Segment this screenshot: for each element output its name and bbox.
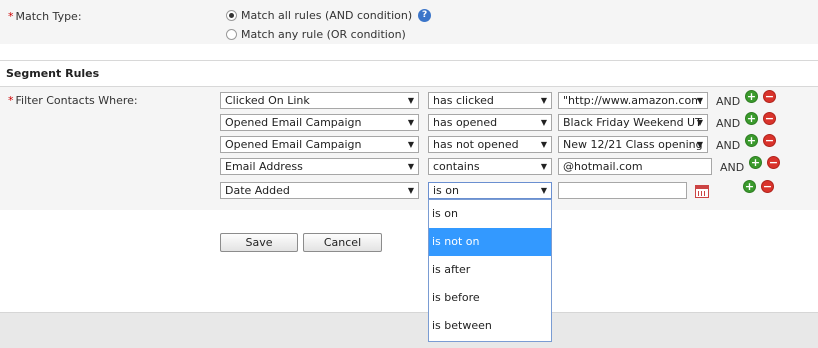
chevron-down-icon: ▼ — [696, 118, 703, 127]
rule-operator-select[interactable]: contains ▼ — [428, 158, 552, 175]
chevron-down-icon: ▼ — [540, 140, 547, 149]
minus-circle-icon[interactable]: − — [763, 90, 776, 103]
rule-operator-select[interactable]: has clicked ▼ — [428, 92, 552, 109]
rule-operator-value: has opened — [433, 116, 498, 129]
match-type-section — [0, 0, 818, 44]
chevron-down-icon: ▼ — [540, 186, 547, 195]
match-type-label: * Match Type: — [8, 10, 82, 23]
rule-operator-value: has not opened — [433, 138, 519, 151]
dropdown-option-is-between[interactable]: is between — [429, 312, 551, 340]
required-mark: * — [8, 10, 14, 23]
chevron-down-icon: ▼ — [540, 118, 547, 127]
match-any-label: Match any rule (OR condition) — [241, 28, 406, 41]
dropdown-option-is-not-on[interactable]: is not on — [429, 228, 551, 256]
chevron-down-icon: ▼ — [696, 96, 703, 105]
dropdown-option-is-before[interactable]: is before — [429, 284, 551, 312]
rule-value: "http://www.amazon.com — [563, 94, 702, 107]
and-label: AND — [716, 139, 741, 152]
match-all-label: Match all rules (AND condition) — [241, 9, 413, 22]
match-all-option[interactable]: Match all rules (AND condition) ? — [226, 9, 432, 22]
divider — [0, 86, 818, 87]
rule-field-select[interactable]: Clicked On Link ▼ — [220, 92, 419, 109]
rule-field-select[interactable]: Opened Email Campaign ▼ — [220, 114, 419, 131]
rule-operator-select[interactable]: has opened ▼ — [428, 114, 552, 131]
plus-circle-icon[interactable]: + — [743, 180, 756, 193]
rule-value-select[interactable]: Black Friday Weekend UT ▼ — [558, 114, 708, 131]
rule-field-value: Opened Email Campaign — [225, 138, 362, 151]
minus-circle-icon[interactable]: − — [763, 112, 776, 125]
save-button[interactable]: Save — [220, 233, 298, 252]
match-all-radio[interactable] — [226, 10, 237, 21]
chevron-down-icon: ▼ — [407, 118, 414, 127]
segment-rules-title: Segment Rules — [6, 67, 100, 80]
plus-circle-icon[interactable]: + — [745, 90, 758, 103]
calendar-icon[interactable] — [695, 185, 709, 198]
filter-contacts-label: * Filter Contacts Where: — [8, 94, 138, 107]
rule-field-value: Date Added — [225, 184, 290, 197]
rule-value: Black Friday Weekend UT — [563, 116, 702, 129]
rule-value-input[interactable]: @hotmail.com — [558, 158, 712, 175]
rule-field-value: Clicked On Link — [225, 94, 310, 107]
footer-bar — [0, 312, 818, 348]
dropdown-option-is-on[interactable]: is on — [429, 200, 551, 228]
required-mark: * — [8, 94, 14, 107]
chevron-down-icon: ▼ — [540, 162, 547, 171]
filter-contacts-label-text: Filter Contacts Where: — [15, 94, 138, 107]
rule-value-select[interactable]: New 12/21 Class opening ▼ — [558, 136, 708, 153]
rule-operator-select[interactable]: is on ▼ — [428, 182, 552, 199]
match-type-label-text: Match Type: — [15, 10, 82, 23]
chevron-down-icon: ▼ — [407, 96, 414, 105]
minus-circle-icon[interactable]: − — [767, 156, 780, 169]
match-any-option[interactable]: Match any rule (OR condition) — [226, 28, 406, 41]
rule-operator-value: has clicked — [433, 94, 494, 107]
rule-operator-select[interactable]: has not opened ▼ — [428, 136, 552, 153]
chevron-down-icon: ▼ — [407, 162, 414, 171]
minus-circle-icon[interactable]: − — [761, 180, 774, 193]
rule-field-select[interactable]: Email Address ▼ — [220, 158, 419, 175]
chevron-down-icon: ▼ — [540, 96, 547, 105]
chevron-down-icon: ▼ — [407, 186, 414, 195]
match-any-radio[interactable] — [226, 29, 237, 40]
plus-circle-icon[interactable]: + — [745, 112, 758, 125]
operator-dropdown-list[interactable]: is on is not on is after is before is be… — [428, 199, 552, 342]
dropdown-option-is-after[interactable]: is after — [429, 256, 551, 284]
and-label: AND — [720, 161, 745, 174]
rule-field-value: Opened Email Campaign — [225, 116, 362, 129]
rule-field-value: Email Address — [225, 160, 303, 173]
rule-value: New 12/21 Class opening — [563, 138, 703, 151]
rule-operator-value: is on — [433, 184, 459, 197]
plus-circle-icon[interactable]: + — [745, 134, 758, 147]
rule-field-select[interactable]: Opened Email Campaign ▼ — [220, 136, 419, 153]
divider — [0, 60, 818, 61]
and-label: AND — [716, 117, 741, 130]
cancel-button[interactable]: Cancel — [303, 233, 382, 252]
and-label: AND — [716, 95, 741, 108]
rule-value-select[interactable]: "http://www.amazon.com ▼ — [558, 92, 708, 109]
rule-operator-value: contains — [433, 160, 480, 173]
rule-field-select[interactable]: Date Added ▼ — [220, 182, 419, 199]
plus-circle-icon[interactable]: + — [749, 156, 762, 169]
minus-circle-icon[interactable]: − — [763, 134, 776, 147]
date-input[interactable] — [558, 182, 687, 199]
question-icon[interactable]: ? — [418, 9, 432, 22]
chevron-down-icon: ▼ — [696, 140, 703, 149]
chevron-down-icon: ▼ — [407, 140, 414, 149]
